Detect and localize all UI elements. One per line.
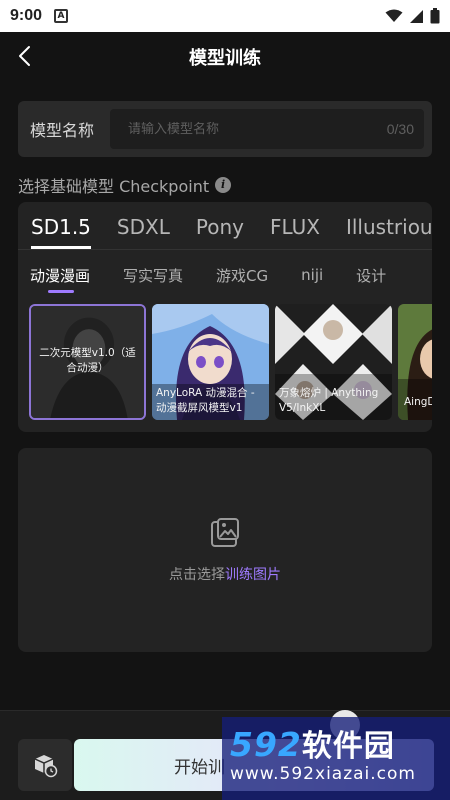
status-time: 9:00 [10,7,43,24]
model-card[interactable]: AnyLoRA 动漫混合 - 动漫截屏风模型v1 [152,304,269,420]
model-card[interactable]: 万象熔炉 | Anything V5/InkXL [275,304,392,420]
start-training-label: 开始训 [174,757,225,778]
cube-history-icon [34,755,58,778]
base-model-tabs: SD1.5 SDXL Pony FLUX Illustrious [18,202,432,250]
watermark-url: www.592xiazai.com [230,764,416,784]
model-card-label: AingD [404,396,432,408]
model-card[interactable]: 二次元模型v1.0（适合动漫） [29,304,146,420]
style-tab-design[interactable]: 设计 [356,265,386,286]
model-card-label: AnyLoRA 动漫混合 - 动漫截屏风模型v1 [156,387,255,414]
notification-a-icon: A [54,9,69,23]
watermark-digits: 592 [230,725,302,764]
tab-illustrious[interactable]: Illustrious [346,215,432,249]
wifi-icon [385,9,403,22]
history-button[interactable] [18,739,72,791]
style-tabs: 动漫漫画 写实写真 游戏CG niji 设计 [18,250,432,300]
style-tab-realistic[interactable]: 写实写真 [123,265,183,286]
model-name-row: 模型名称 0/30 [18,101,432,157]
page-title: 模型训练 [189,48,261,69]
model-name-label: 模型名称 [30,121,95,140]
style-tab-niji[interactable]: niji [301,266,323,284]
model-name-input-wrap: 0/30 [110,109,424,149]
model-card-label: 二次元模型v1.0（适合动漫） [39,347,136,374]
info-icon[interactable]: i [215,177,232,193]
base-model-section-title: 选择基础模型 Checkpoint i [18,173,232,197]
watermark-logo: 592软件园 [230,721,395,765]
char-counter: 0/30 [386,121,414,137]
image-upload-icon [211,518,239,547]
status-bar: 9:00 A [0,0,450,32]
upload-hint-accent: 训练图片 [225,567,281,583]
model-name-input[interactable] [128,121,387,137]
tab-pony[interactable]: Pony [196,215,244,249]
app-header: 模型训练 [0,32,450,82]
tab-flux[interactable]: FLUX [270,215,320,249]
site-watermark: 592软件园 www.592xiazai.com [222,717,450,800]
base-model-panel: SD1.5 SDXL Pony FLUX Illustrious 动漫漫画 写实… [18,202,432,432]
signal-icon [410,9,423,23]
tab-sdxl[interactable]: SDXL [117,215,170,249]
training-image-upload[interactable]: 点击选择训练图片 [18,448,432,652]
tab-sd15[interactable]: SD1.5 [31,215,91,249]
battery-icon [430,8,440,24]
section-title-text: 选择基础模型 Checkpoint [18,177,210,196]
upload-hint-prefix: 点击选择 [169,567,225,583]
upload-hint: 点击选择训练图片 [169,564,281,584]
model-card-label: 万象熔炉 | Anything V5/InkXL [279,387,379,414]
model-card[interactable]: AingD [398,304,432,420]
watermark-brand: 软件园 [301,729,395,764]
model-card-list: 二次元模型v1.0（适合动漫） AnyLoRA 动漫混合 - 动漫截屏风模型v1 [29,304,432,420]
style-tab-anime[interactable]: 动漫漫画 [30,265,90,293]
style-tab-game-cg[interactable]: 游戏CG [216,265,268,286]
back-arrow-icon[interactable] [14,44,38,68]
